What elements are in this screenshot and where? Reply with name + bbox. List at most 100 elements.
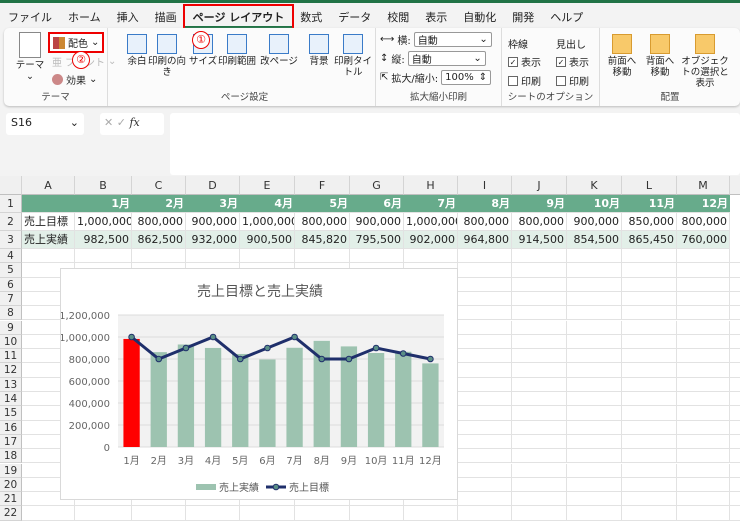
cell[interactable] [458,477,512,493]
cell[interactable] [512,334,567,350]
cell[interactable] [730,335,740,350]
cell[interactable] [458,492,512,507]
row-header-8[interactable]: 8 [0,306,22,321]
cell[interactable] [512,363,567,378]
cell[interactable] [512,291,567,307]
cell[interactable] [622,349,677,364]
cell[interactable] [730,249,740,264]
cell[interactable] [677,506,730,521]
row-header-5[interactable]: 5 [0,263,22,278]
header-cell[interactable]: 8月 [458,195,512,213]
row-header-19[interactable]: 19 [0,463,22,478]
data-cell[interactable]: 800,000 [132,213,186,231]
cell[interactable] [677,334,730,350]
cell[interactable] [458,392,512,407]
cell[interactable] [730,263,740,278]
cell[interactable] [677,320,730,335]
cell[interactable] [567,392,622,407]
cell[interactable] [567,377,622,392]
cell[interactable] [730,378,740,392]
cell[interactable] [677,349,730,364]
data-cell[interactable]: 902,000 [404,231,458,249]
effects-button[interactable]: 効果 ⌄ [52,72,97,87]
cell[interactable] [458,449,512,464]
cell[interactable] [458,306,512,321]
tab-4[interactable]: ページ レイアウト [182,4,295,30]
gridlines-print-checkbox[interactable]: 印刷 [508,73,541,88]
cell[interactable] [132,249,186,264]
cell[interactable] [567,249,622,264]
cell[interactable] [622,477,677,493]
data-cell[interactable]: 800,000 [677,213,730,231]
cell[interactable] [567,320,622,335]
data-cell[interactable]: 800,000 [458,213,512,231]
cell[interactable] [512,477,567,493]
cell[interactable] [677,249,730,264]
cell[interactable] [458,334,512,350]
tab-2[interactable]: 挿入 [109,6,147,28]
data-cell[interactable]: 914,500 [512,231,567,249]
data-cell[interactable]: 売上実績 [22,231,75,249]
cell[interactable] [622,506,677,521]
worksheet[interactable]: 760,000 865,450 854,500 914,500 964,800 902,0… [0,176,740,522]
themes-button[interactable]: テーマ ⌄ [10,32,50,82]
cell[interactable] [240,506,295,521]
cell[interactable] [458,434,512,450]
cell[interactable] [677,377,730,392]
data-cell[interactable]: 1,000,000 [75,213,132,231]
data-cell[interactable]: 売上目標 [22,213,75,231]
row-header-21[interactable]: 21 [0,492,22,507]
cell[interactable] [567,406,622,421]
cell[interactable] [622,463,677,478]
cell[interactable] [512,320,567,335]
cell[interactable] [22,249,75,264]
column-header-F[interactable]: F [295,176,350,195]
tab-10[interactable]: 開発 [504,6,542,28]
insert-function-button[interactable]: fx [129,116,139,129]
cell[interactable] [622,363,677,378]
row-header-9[interactable]: 9 [0,320,22,335]
cell[interactable] [622,291,677,307]
header-cell[interactable]: 10月 [567,195,622,213]
cell[interactable] [567,506,622,521]
cell[interactable] [730,435,740,450]
data-cell[interactable]: 1,000,000 [240,213,295,231]
tab-7[interactable]: 校閲 [379,6,417,28]
cell[interactable] [730,292,740,307]
cell[interactable] [730,449,740,464]
cell[interactable] [730,478,740,493]
data-cell[interactable]: 900,000 [567,213,622,231]
cell[interactable] [677,291,730,307]
cell[interactable] [295,249,350,264]
cell[interactable] [458,377,512,392]
width-select[interactable]: 自動 ⌄ [413,32,492,47]
cell[interactable] [677,492,730,507]
data-cell[interactable]: 982,500 [75,231,132,249]
cell[interactable] [512,249,567,264]
cell[interactable] [186,506,240,521]
cell[interactable] [622,392,677,407]
cell[interactable] [567,263,622,278]
cell[interactable] [458,320,512,335]
header-cell[interactable]: 2月 [132,195,186,213]
cell[interactable] [677,477,730,493]
row-header-13[interactable]: 13 [0,377,22,392]
row-header-17[interactable]: 17 [0,434,22,450]
cell[interactable] [512,306,567,321]
send-backward-button[interactable]: 背面へ移動 [642,34,678,78]
cell[interactable] [295,506,350,521]
cell[interactable] [677,306,730,321]
cell[interactable] [458,263,512,278]
row-header-20[interactable]: 20 [0,477,22,493]
row-header-16[interactable]: 16 [0,420,22,435]
data-cell[interactable]: 862,500 [132,231,186,249]
row-header-14[interactable]: 14 [0,392,22,407]
cell[interactable] [567,277,622,292]
data-cell[interactable]: 932,000 [186,231,240,249]
cell[interactable] [75,506,132,521]
cell[interactable] [730,464,740,478]
row-header-10[interactable]: 10 [0,334,22,350]
cell[interactable] [730,506,740,521]
cell[interactable] [512,406,567,421]
column-header-L[interactable]: L [622,176,677,195]
